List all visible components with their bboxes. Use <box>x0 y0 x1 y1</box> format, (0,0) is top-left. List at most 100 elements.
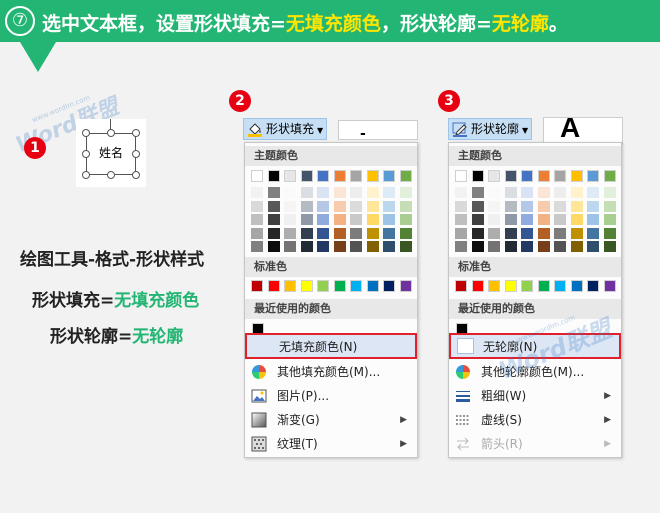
theme-color-shade[interactable] <box>554 187 566 198</box>
theme-color-shade[interactable] <box>570 200 583 212</box>
theme-color-shade[interactable] <box>587 200 599 212</box>
style-gallery[interactable] <box>543 117 623 145</box>
theme-color-shade[interactable] <box>267 241 280 252</box>
theme-color-shade[interactable] <box>383 227 395 239</box>
theme-color-shade[interactable] <box>504 187 517 198</box>
theme-color-swatch[interactable] <box>333 170 346 182</box>
theme-color-swatch[interactable] <box>383 170 395 182</box>
theme-color-shade[interactable] <box>317 200 329 212</box>
resize-handle[interactable] <box>107 129 115 137</box>
theme-color-swatch[interactable] <box>570 170 583 182</box>
theme-color-shade[interactable] <box>521 187 533 198</box>
standard-color-swatch[interactable] <box>267 280 280 292</box>
resize-handle[interactable] <box>132 129 140 137</box>
theme-color-shade[interactable] <box>300 227 313 239</box>
theme-color-shade[interactable] <box>284 214 296 225</box>
theme-color-shade[interactable] <box>317 241 329 252</box>
theme-color-shade[interactable] <box>300 241 313 252</box>
theme-color-shade[interactable] <box>537 241 550 252</box>
theme-color-swatch[interactable] <box>399 170 412 182</box>
theme-color-shade[interactable] <box>251 241 263 252</box>
standard-color-swatch[interactable] <box>587 280 599 292</box>
theme-color-shade[interactable] <box>455 241 467 252</box>
gradient-fill-item[interactable]: 渐变(G) ▶ <box>245 408 417 432</box>
theme-color-shade[interactable] <box>504 214 517 225</box>
theme-color-swatch[interactable] <box>317 170 329 182</box>
theme-color-shade[interactable] <box>267 227 280 239</box>
theme-color-shade[interactable] <box>366 214 379 225</box>
theme-color-shade[interactable] <box>471 200 484 212</box>
resize-handle[interactable] <box>82 171 90 179</box>
theme-color-shade[interactable] <box>383 214 395 225</box>
resize-handle[interactable] <box>132 171 140 179</box>
theme-color-swatch[interactable] <box>284 170 296 182</box>
theme-color-shade[interactable] <box>537 214 550 225</box>
standard-color-swatch[interactable] <box>471 280 484 292</box>
theme-color-swatch[interactable] <box>471 170 484 182</box>
theme-color-shade[interactable] <box>587 214 599 225</box>
theme-color-swatch[interactable] <box>587 170 599 182</box>
theme-color-shade[interactable] <box>504 200 517 212</box>
theme-color-shade[interactable] <box>399 241 412 252</box>
theme-color-swatch[interactable] <box>350 170 362 182</box>
line-weight-item[interactable]: 粗细(W) ▶ <box>449 384 621 408</box>
standard-color-swatch[interactable] <box>284 280 296 292</box>
standard-color-swatch[interactable] <box>521 280 533 292</box>
theme-color-shade[interactable] <box>521 227 533 239</box>
theme-color-shade[interactable] <box>350 214 362 225</box>
theme-color-swatch[interactable] <box>366 170 379 182</box>
theme-color-shade[interactable] <box>267 214 280 225</box>
theme-color-shade[interactable] <box>284 227 296 239</box>
theme-color-shade[interactable] <box>488 227 500 239</box>
theme-color-shade[interactable] <box>603 227 616 239</box>
theme-color-shade[interactable] <box>333 214 346 225</box>
theme-color-shade[interactable] <box>587 187 599 198</box>
theme-color-shade[interactable] <box>455 214 467 225</box>
standard-color-swatch[interactable] <box>537 280 550 292</box>
theme-color-shade[interactable] <box>554 200 566 212</box>
theme-color-shade[interactable] <box>366 187 379 198</box>
theme-color-shade[interactable] <box>317 187 329 198</box>
theme-color-swatch[interactable] <box>455 170 467 182</box>
standard-color-swatch[interactable] <box>554 280 566 292</box>
theme-color-shade[interactable] <box>366 227 379 239</box>
standard-color-swatch[interactable] <box>399 280 412 292</box>
theme-color-shade[interactable] <box>603 241 616 252</box>
theme-color-shade[interactable] <box>554 214 566 225</box>
theme-color-shade[interactable] <box>333 200 346 212</box>
standard-color-swatch[interactable] <box>570 280 583 292</box>
theme-color-shade[interactable] <box>267 200 280 212</box>
theme-color-shade[interactable] <box>570 187 583 198</box>
theme-color-swatch[interactable] <box>554 170 566 182</box>
theme-color-shade[interactable] <box>554 241 566 252</box>
style-gallery[interactable] <box>338 120 418 140</box>
sample-textbox[interactable]: 姓名 <box>76 119 146 187</box>
theme-color-shade[interactable] <box>537 200 550 212</box>
theme-color-shade[interactable] <box>251 214 263 225</box>
theme-color-shade[interactable] <box>251 227 263 239</box>
standard-color-swatch[interactable] <box>504 280 517 292</box>
theme-color-shade[interactable] <box>284 200 296 212</box>
theme-color-shade[interactable] <box>587 227 599 239</box>
theme-color-shade[interactable] <box>521 200 533 212</box>
resize-handle[interactable] <box>82 129 90 137</box>
theme-color-swatch[interactable] <box>603 170 616 182</box>
standard-color-swatch[interactable] <box>383 280 395 292</box>
theme-color-shade[interactable] <box>333 241 346 252</box>
theme-color-shade[interactable] <box>317 227 329 239</box>
dashes-item[interactable]: 虚线(S) ▶ <box>449 408 621 432</box>
theme-color-shade[interactable] <box>284 241 296 252</box>
standard-color-swatch[interactable] <box>251 280 263 292</box>
theme-color-shade[interactable] <box>366 200 379 212</box>
theme-color-shade[interactable] <box>603 187 616 198</box>
theme-color-swatch[interactable] <box>300 170 313 182</box>
theme-color-shade[interactable] <box>603 200 616 212</box>
theme-color-shade[interactable] <box>488 214 500 225</box>
theme-color-shade[interactable] <box>350 187 362 198</box>
theme-color-shade[interactable] <box>399 200 412 212</box>
more-fill-colors-item[interactable]: 其他填充颜色(M)... <box>245 360 417 384</box>
theme-color-shade[interactable] <box>333 187 346 198</box>
theme-color-shade[interactable] <box>521 241 533 252</box>
standard-color-swatch[interactable] <box>333 280 346 292</box>
theme-color-shade[interactable] <box>504 241 517 252</box>
